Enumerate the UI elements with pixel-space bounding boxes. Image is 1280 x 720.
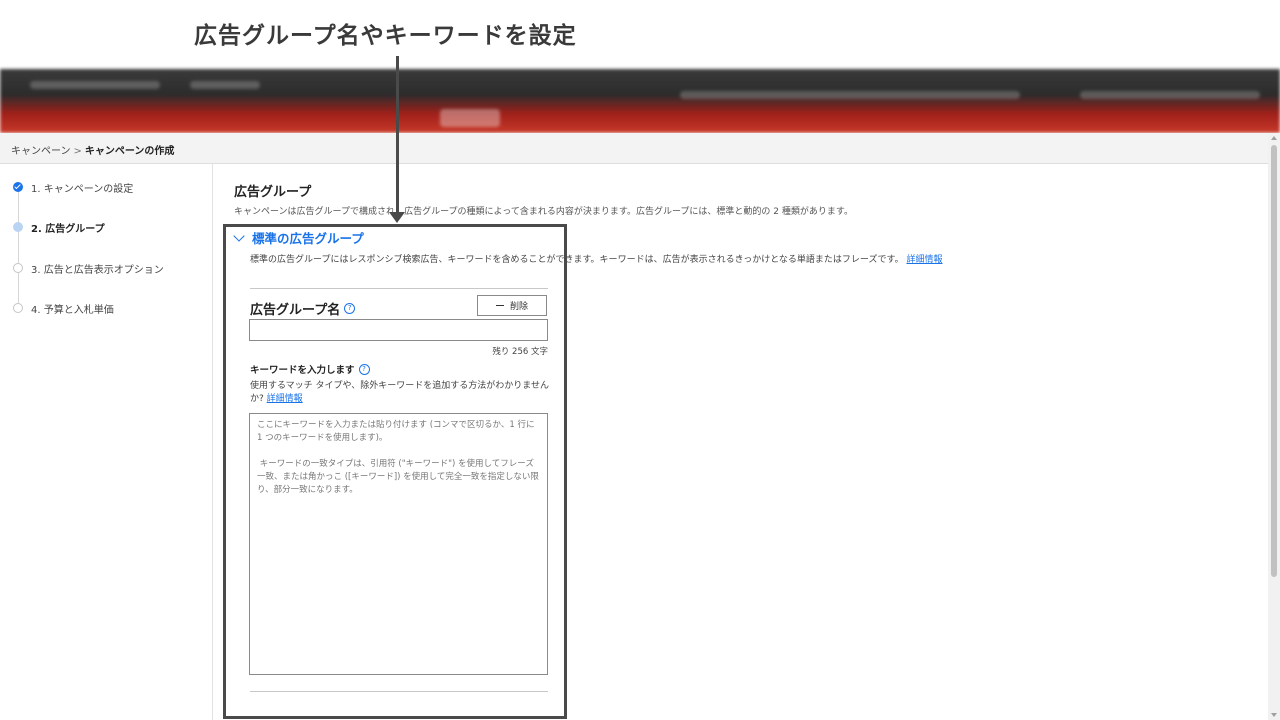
ad-group-name-label-text: 広告グループ名 xyxy=(250,303,341,318)
chevron-down-icon xyxy=(233,229,245,242)
keywords-label: キーワードを入力します ? xyxy=(250,362,370,376)
step-ads-and-extensions[interactable]: 3. 広告と広告表示オプション xyxy=(13,260,164,276)
vertical-scrollbar[interactable] xyxy=(1268,133,1280,720)
annotation-arrow-head xyxy=(389,212,405,223)
section-description: 標準の広告グループにはレスポンシブ検索広告、キーワードを含めることができます。キ… xyxy=(250,252,942,265)
standard-ad-group-toggle[interactable]: 標準の広告グループ xyxy=(232,228,364,247)
minus-icon xyxy=(495,305,504,306)
page-title: 広告グループ xyxy=(234,185,312,200)
divider xyxy=(250,288,548,289)
breadcrumb-bar: キャンペーン > キャンペーンの作成 xyxy=(0,133,1268,164)
steps-connector-line xyxy=(18,186,19,306)
step-label: 3. 広告と広告表示オプション xyxy=(31,264,164,276)
annotation-title: 広告グループ名やキーワードを設定 xyxy=(194,23,577,49)
ad-group-name-label: 広告グループ名 ? xyxy=(250,299,356,318)
annotation-arrow-line xyxy=(396,56,399,214)
breadcrumb-separator: > xyxy=(73,146,82,157)
help-icon[interactable]: ? xyxy=(344,303,356,314)
scroll-up-icon[interactable] xyxy=(1271,136,1277,140)
scrollbar-thumb[interactable] xyxy=(1271,145,1277,577)
breadcrumb: キャンペーン > キャンペーンの作成 xyxy=(11,142,174,157)
char-remaining-counter: 残り 256 文字 xyxy=(492,347,548,357)
step-campaign-settings[interactable]: 1. キャンペーンの設定 xyxy=(13,179,133,195)
step-budget-and-bid[interactable]: 4. 予算と入札単価 xyxy=(13,300,114,316)
keywords-learn-more-link[interactable]: 詳細情報 xyxy=(267,394,303,404)
divider xyxy=(250,691,548,692)
step-current-icon xyxy=(13,222,23,232)
wizard-sidebar: 1. キャンペーンの設定 2. 広告グループ 3. 広告と広告表示オプション 4… xyxy=(0,164,213,720)
keywords-label-text: キーワードを入力します xyxy=(250,365,355,376)
section-title: 標準の広告グループ xyxy=(252,231,364,246)
section-description-text: 標準の広告グループにはレスポンシブ検索広告、キーワードを含めることができます。キ… xyxy=(250,255,904,265)
delete-button-label: 削除 xyxy=(509,302,528,312)
step-pending-icon xyxy=(13,263,23,273)
step-ad-group[interactable]: 2. 広告グループ xyxy=(13,219,105,235)
scroll-down-icon[interactable] xyxy=(1271,713,1277,717)
step-complete-icon xyxy=(13,182,23,192)
keywords-textarea[interactable] xyxy=(249,413,548,675)
page-description: キャンペーンは広告グループで構成され、広告グループの種類によって含まれる内容が決… xyxy=(234,207,853,217)
step-label: 1. キャンペーンの設定 xyxy=(31,183,134,195)
delete-button[interactable]: 削除 xyxy=(477,295,547,316)
ad-group-name-input[interactable] xyxy=(249,319,548,341)
breadcrumb-campaigns-link[interactable]: キャンペーン xyxy=(11,146,71,157)
keywords-help-text: 使用するマッチ タイプや、除外キーワードを追加する方法がわかりませんか? 詳細情… xyxy=(250,380,550,406)
step-label: 2. 広告グループ xyxy=(31,223,105,235)
step-label: 4. 予算と入札単価 xyxy=(31,304,114,316)
top-navigation-bar xyxy=(0,69,1280,133)
breadcrumb-current: キャンペーンの作成 xyxy=(84,146,175,157)
step-pending-icon xyxy=(13,303,23,313)
help-icon[interactable]: ? xyxy=(358,363,370,375)
learn-more-link[interactable]: 詳細情報 xyxy=(906,255,942,265)
